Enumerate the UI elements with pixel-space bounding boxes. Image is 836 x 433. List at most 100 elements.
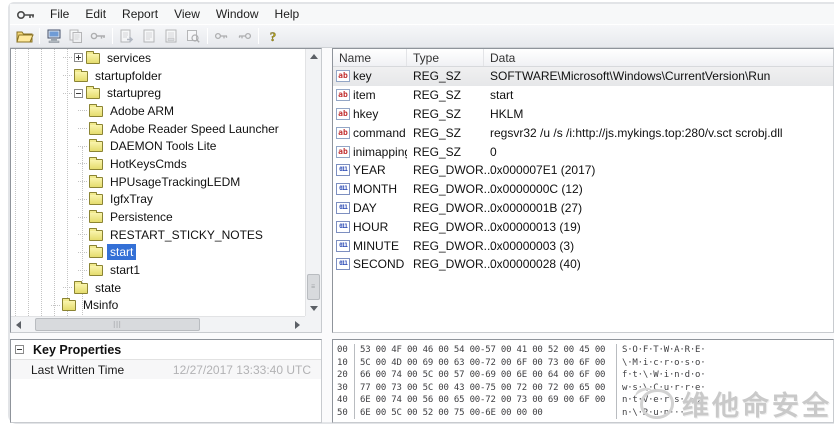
hex-row: 105C 00 4D 00 69 00 63 00-72 00 6F 00 73… — [333, 357, 833, 370]
tree-horizontal-scrollbar[interactable]: ||| — [11, 316, 305, 332]
column-header-data[interactable]: Data — [484, 49, 833, 66]
folder-icon — [89, 159, 103, 170]
report-export-button[interactable] — [116, 26, 138, 46]
registry-values-panel: Name Type Data key REG_SZ SOFTWARE\Micro… — [332, 48, 834, 333]
dword-value-icon — [336, 221, 350, 233]
scroll-up-icon[interactable] — [306, 49, 322, 64]
folder-icon — [62, 300, 76, 311]
tree-item-start[interactable]: start — [11, 244, 305, 262]
value-row-key[interactable]: key REG_SZ SOFTWARE\Microsoft\Windows\Cu… — [333, 67, 833, 86]
folder-icon — [89, 106, 103, 117]
values-header: Name Type Data — [333, 49, 833, 67]
folder-icon — [89, 141, 103, 152]
expand-icon[interactable] — [74, 53, 83, 62]
value-row-command[interactable]: command REG_SZ regsvr32 /u /s /i:http://… — [333, 123, 833, 142]
menu-report[interactable]: Report — [114, 5, 166, 23]
dword-value-icon — [336, 202, 350, 214]
string-value-icon — [336, 70, 350, 82]
scroll-right-icon[interactable] — [290, 317, 305, 332]
report-alt-button[interactable] — [160, 26, 182, 46]
remove-key-button[interactable] — [233, 26, 255, 46]
string-value-icon — [336, 127, 350, 139]
registry-viewer-window: File Edit Report View Window Help — [8, 2, 834, 424]
hex-row: 406E 00 74 00 56 00 65 00-72 00 73 00 69… — [333, 394, 833, 407]
hex-viewer-panel[interactable]: 0053 00 4F 00 46 00 54 00-57 00 41 00 52… — [332, 339, 834, 423]
dword-value-icon — [336, 240, 350, 252]
menu-bar: File Edit Report View Window Help — [10, 4, 834, 24]
tree-item-msinfo[interactable]: Msinfo — [11, 297, 305, 315]
toolbar-separator — [39, 28, 40, 44]
help-button[interactable]: ? — [262, 26, 284, 46]
tree-vertical-scrollbar[interactable]: ≡ — [305, 49, 321, 316]
folder-icon — [89, 247, 103, 258]
toolbar-separator — [258, 28, 259, 44]
dword-value-icon — [336, 183, 350, 195]
folder-icon — [89, 265, 103, 276]
tree-item-hpusagetrackingledm[interactable]: HPUsageTrackingLEDM — [11, 173, 305, 191]
scrollbar-thumb[interactable]: ||| — [35, 318, 200, 331]
folder-icon — [89, 177, 103, 188]
key-button[interactable] — [87, 26, 109, 46]
tree-item-daemon-tools-lite[interactable]: DAEMON Tools Lite — [11, 137, 305, 155]
menu-window[interactable]: Window — [208, 5, 267, 23]
value-row-hour[interactable]: HOUR REG_DWOR... 0x00000013 (19) — [333, 217, 833, 236]
menu-view[interactable]: View — [166, 5, 208, 23]
collapse-icon[interactable] — [74, 89, 83, 98]
hex-row: 3077 00 73 00 5C 00 43 00-75 00 72 00 72… — [333, 382, 833, 395]
hex-row: 0053 00 4F 00 46 00 54 00-57 00 41 00 52… — [333, 344, 833, 357]
value-row-year[interactable]: YEAR REG_DWOR... 0x000007E1 (2017) — [333, 161, 833, 180]
toolbar: ? — [10, 24, 834, 48]
property-row-last-written-time: Last Written Time 12/27/2017 13:33:40 UT… — [11, 360, 321, 379]
value-row-month[interactable]: MONTH REG_DWOR... 0x0000000C (12) — [333, 180, 833, 199]
hex-row: 2066 00 74 00 5C 00 57 00-69 00 6E 00 64… — [333, 369, 833, 382]
tree-item-hotkeyscmds[interactable]: HotKeysCmds — [11, 155, 305, 173]
value-row-item[interactable]: item REG_SZ start — [333, 86, 833, 105]
svg-text:?: ? — [270, 29, 277, 44]
toolbar-separator — [112, 28, 113, 44]
tree-item-adobe-arm[interactable]: Adobe ARM — [11, 102, 305, 120]
add-key-button[interactable] — [211, 26, 233, 46]
tree-item-state[interactable]: state — [11, 279, 305, 297]
folder-icon — [89, 194, 103, 205]
string-value-icon — [336, 89, 350, 101]
menu-help[interactable]: Help — [267, 5, 308, 23]
value-row-day[interactable]: DAY REG_DWOR... 0x0000001B (27) — [333, 199, 833, 218]
menu-edit[interactable]: Edit — [77, 5, 114, 23]
tree-item-restart-sticky-notes[interactable]: RESTART_STICKY_NOTES — [11, 226, 305, 244]
collapse-icon[interactable] — [15, 345, 24, 354]
scroll-left-icon[interactable] — [11, 317, 26, 332]
folder-icon — [86, 53, 100, 64]
app-key-icon — [16, 7, 36, 21]
registry-tree[interactable]: services startupfolder startupreg Adobe … — [11, 49, 305, 316]
value-row-second[interactable]: SECOND REG_DWOR... 0x00000028 (40) — [333, 255, 833, 274]
registry-tree-panel: services startupfolder startupreg Adobe … — [10, 48, 322, 333]
tree-item-startupreg[interactable]: startupreg — [11, 84, 305, 102]
column-header-name[interactable]: Name — [333, 49, 407, 66]
value-row-inimapping[interactable]: inimapping REG_SZ 0 — [333, 142, 833, 161]
key-properties-title: Key Properties — [33, 343, 121, 357]
dword-value-icon — [336, 164, 350, 176]
folder-icon — [89, 212, 103, 223]
scroll-down-icon[interactable] — [306, 301, 322, 316]
menu-file[interactable]: File — [42, 5, 77, 23]
report-button[interactable] — [138, 26, 160, 46]
folder-icon — [74, 71, 88, 82]
folder-icon — [86, 88, 100, 99]
computer-button[interactable] — [43, 26, 65, 46]
folder-icon — [74, 283, 88, 294]
column-header-type[interactable]: Type — [407, 49, 484, 66]
scrollbar-thumb[interactable]: ≡ — [307, 274, 320, 300]
report-view-button[interactable] — [182, 26, 204, 46]
tree-item-services[interactable]: services — [11, 49, 305, 67]
toolbar-separator — [207, 28, 208, 44]
copy-document-button[interactable] — [65, 26, 87, 46]
folder-icon — [89, 124, 103, 135]
tree-item-igfxtray[interactable]: IgfxTray — [11, 191, 305, 209]
tree-item-startupfolder[interactable]: startupfolder — [11, 67, 305, 85]
value-row-hkey[interactable]: hkey REG_SZ HKLM — [333, 105, 833, 124]
open-file-button[interactable] — [14, 26, 36, 46]
value-row-minute[interactable]: MINUTE REG_DWOR... 0x00000003 (3) — [333, 236, 833, 255]
tree-item-persistence[interactable]: Persistence — [11, 208, 305, 226]
tree-item-adobe-reader-speed-launcher[interactable]: Adobe Reader Speed Launcher — [11, 120, 305, 138]
tree-item-start1[interactable]: start1 — [11, 261, 305, 279]
